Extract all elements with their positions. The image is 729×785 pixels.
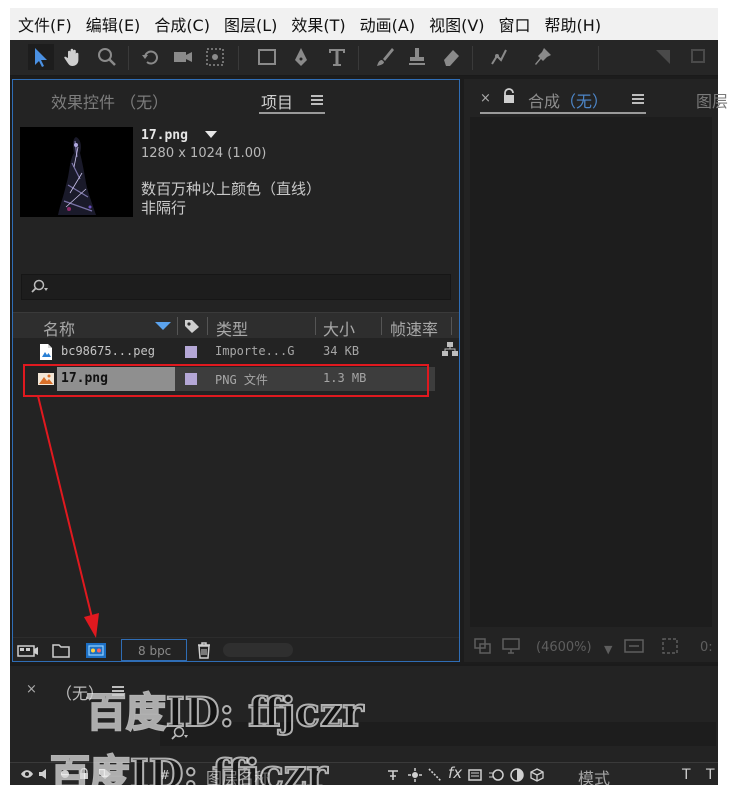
preview-filename: 17.png: [141, 128, 188, 143]
project-item-row[interactable]: bc98675...peg Importe...G 34 KB: [13, 339, 459, 365]
region-of-interest-icon[interactable]: [624, 638, 644, 658]
eraser-tool-icon[interactable]: [438, 44, 464, 70]
flowchart-icon[interactable]: [441, 341, 459, 361]
motion-blur-icon[interactable]: [488, 768, 504, 785]
item-size: 34 KB: [323, 344, 360, 358]
column-track-matte[interactable]: T: [682, 767, 691, 783]
comp-panel-menu-icon[interactable]: [632, 94, 644, 104]
comp-tab-underline: [480, 112, 646, 114]
menu-animation[interactable]: 动画(A): [360, 12, 415, 36]
composition-viewer[interactable]: [470, 117, 712, 627]
composition-panel: × 合成（无） 图层 (4600%) ▼ 0:: [464, 79, 728, 662]
tab-composition[interactable]: 合成（无）: [528, 88, 608, 112]
project-panel-footer: 8 bpc: [13, 637, 459, 661]
project-search[interactable]: [21, 274, 451, 300]
item-name: bc98675...peg: [61, 344, 155, 358]
clone-stamp-tool-icon[interactable]: [404, 44, 430, 70]
comp-footer: (4600%) ▼ 0:: [464, 634, 718, 660]
column-name[interactable]: 名称: [43, 316, 75, 340]
preview-color-depth: 数百万种以上颜色（直线）: [141, 180, 322, 198]
chevron-down-icon[interactable]: ▼: [604, 643, 612, 656]
zoom-level[interactable]: (4600%): [536, 640, 592, 655]
shy-icon[interactable]: [386, 768, 400, 785]
always-preview-icon[interactable]: [474, 638, 492, 658]
menu-effect[interactable]: 效果(T): [291, 12, 345, 36]
highlight-selected-row: [23, 364, 429, 397]
column-type[interactable]: 类型: [216, 316, 248, 340]
toolbar: [10, 40, 718, 76]
frame-blending-icon[interactable]: [468, 768, 482, 785]
menu-layer[interactable]: 图层(L): [224, 12, 277, 36]
project-column-header: 名称 类型 大小 帧速率: [13, 312, 459, 340]
rectangle-tool-icon[interactable]: [254, 44, 280, 70]
toolbar-overflow-icon[interactable]: [650, 44, 676, 70]
brush-tool-icon[interactable]: [372, 44, 398, 70]
label-tag-icon[interactable]: [183, 318, 201, 338]
current-time-partial[interactable]: 0:: [700, 640, 713, 655]
new-composition-icon[interactable]: [85, 641, 106, 659]
quality-icon[interactable]: [428, 768, 442, 785]
lock-icon[interactable]: [502, 88, 516, 108]
menu-help[interactable]: 帮助(H): [545, 12, 602, 36]
footer-scroll-pill[interactable]: [223, 643, 293, 657]
video-visibility-icon[interactable]: [20, 768, 34, 783]
watermark: 百度ID: ffjczr: [85, 688, 365, 737]
zoom-tool-icon[interactable]: [94, 44, 120, 70]
tab-project[interactable]: 项目: [261, 89, 293, 113]
rotate-tool-icon[interactable]: [138, 44, 164, 70]
fx-icon[interactable]: fx: [448, 764, 462, 782]
menu-window[interactable]: 窗口: [499, 12, 531, 36]
project-panel-tabs: 效果控件 （无） 项目: [13, 80, 459, 118]
menu-composition[interactable]: 合成(C): [154, 12, 210, 36]
adjustment-layer-icon[interactable]: [510, 768, 524, 785]
preview-interlace: 非隔行: [141, 199, 187, 217]
comp-close-icon[interactable]: ×: [480, 91, 491, 106]
tab-layer[interactable]: 图层: [696, 88, 728, 112]
preview-thumbnail: [20, 127, 133, 217]
comp-tab-value: （无）: [560, 92, 609, 111]
image-file-icon: [37, 343, 55, 361]
timeline-close-icon[interactable]: ×: [26, 682, 37, 697]
project-panel-menu-icon[interactable]: [311, 95, 323, 105]
monitor-icon[interactable]: [502, 638, 520, 658]
column-size[interactable]: 大小: [323, 316, 355, 340]
column-fps[interactable]: 帧速率: [390, 316, 438, 340]
tab-active-underline: [259, 112, 325, 114]
trash-icon[interactable]: [195, 641, 215, 659]
roto-brush-tool-icon[interactable]: [486, 44, 512, 70]
preview-dimensions: 1280 x 1024 (1.00): [141, 146, 267, 161]
search-icon: [31, 279, 48, 293]
column-track-matte-2[interactable]: T: [706, 767, 715, 783]
menu-view[interactable]: 视图(V): [429, 12, 484, 36]
preview-caret-icon[interactable]: [205, 131, 217, 138]
grid-icon[interactable]: [662, 638, 678, 658]
interpret-footage-icon[interactable]: [17, 641, 38, 659]
watermark: 百度ID: ffjczr: [49, 750, 329, 785]
selection-tool-icon[interactable]: [28, 44, 54, 70]
column-mode[interactable]: 模式: [578, 765, 610, 785]
collapse-icon[interactable]: [408, 768, 422, 785]
sort-descending-icon[interactable]: [155, 322, 171, 330]
toolbar-extra-icon[interactable]: [686, 44, 712, 70]
puppet-pin-tool-icon[interactable]: [530, 44, 556, 70]
tab-effect-controls[interactable]: 效果控件 （无）: [51, 89, 168, 113]
3d-layer-icon[interactable]: [530, 768, 544, 785]
bit-depth-label[interactable]: 8 bpc: [138, 644, 171, 658]
search-input[interactable]: [52, 277, 442, 297]
menu-file[interactable]: 文件(F): [18, 12, 72, 36]
menu-bar: 文件(F) 编辑(E) 合成(C) 图层(L) 效果(T) 动画(A) 视图(V…: [10, 8, 718, 40]
item-type: Importe...G: [215, 344, 295, 358]
item-label-color[interactable]: [185, 346, 197, 358]
pen-tool-icon[interactable]: [288, 44, 314, 70]
pan-behind-tool-icon[interactable]: [202, 44, 228, 70]
type-tool-icon[interactable]: [324, 44, 350, 70]
camera-tool-icon[interactable]: [170, 44, 196, 70]
new-folder-icon[interactable]: [51, 641, 71, 659]
hand-tool-icon[interactable]: [60, 44, 86, 70]
comp-tab-label: 合成: [528, 92, 561, 111]
menu-edit[interactable]: 编辑(E): [86, 12, 141, 36]
